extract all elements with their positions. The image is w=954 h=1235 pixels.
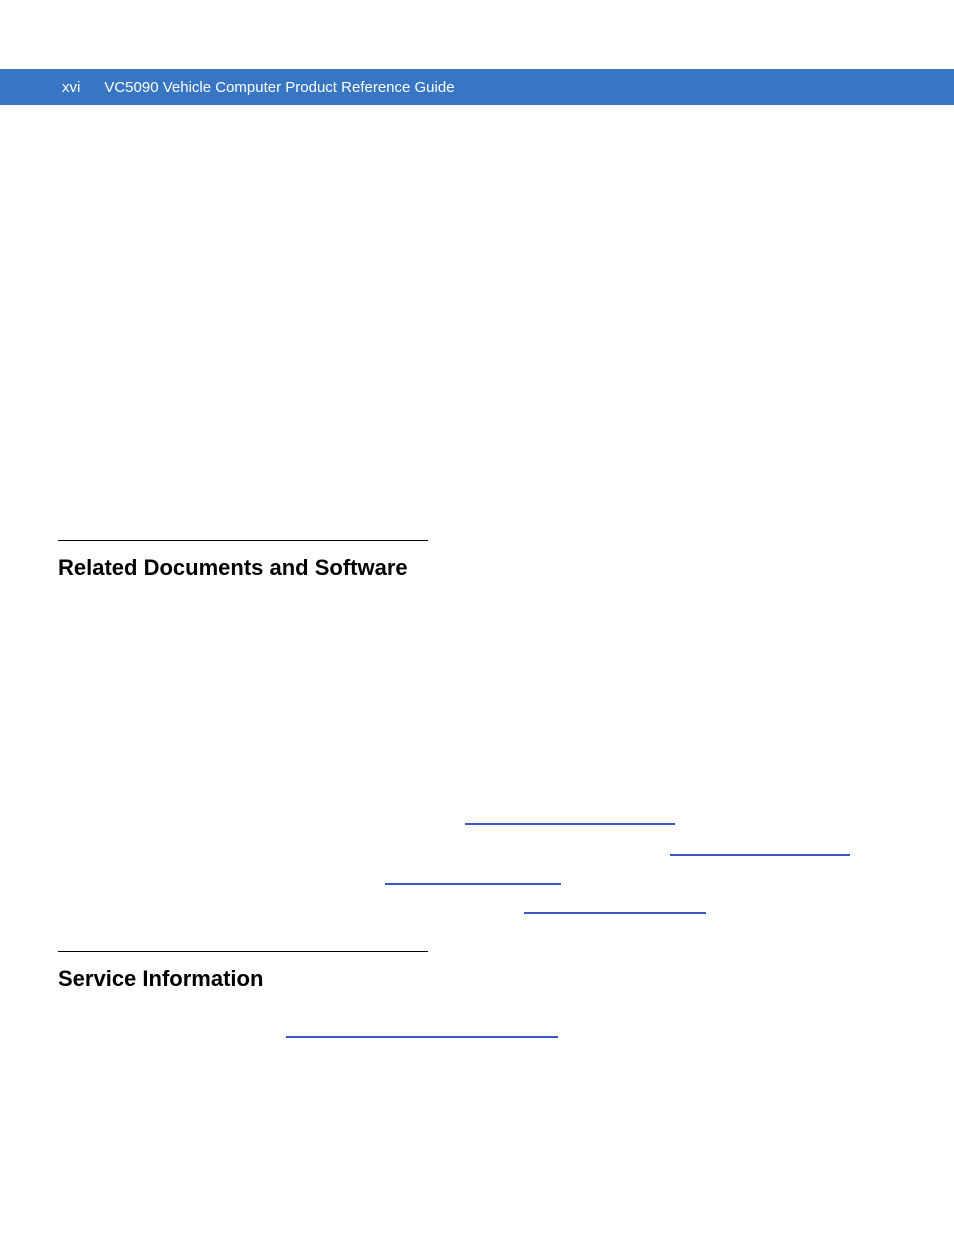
hyperlink-underline[interactable] [385,883,561,885]
heading-service-information: Service Information [58,966,896,992]
hyperlink-underline[interactable] [670,854,850,856]
document-title: VC5090 Vehicle Computer Product Referenc… [104,79,454,96]
heading-related-documents: Related Documents and Software [58,555,896,581]
page-content: Related Documents and Software Service I… [58,130,896,992]
hyperlink-underline[interactable] [465,823,675,825]
section-divider [58,540,428,541]
section-divider [58,951,428,952]
hyperlink-underline[interactable] [286,1036,558,1038]
page-number: xvi [62,79,80,96]
page-header: xvi VC5090 Vehicle Computer Product Refe… [0,69,954,105]
hyperlink-underline[interactable] [524,912,706,914]
